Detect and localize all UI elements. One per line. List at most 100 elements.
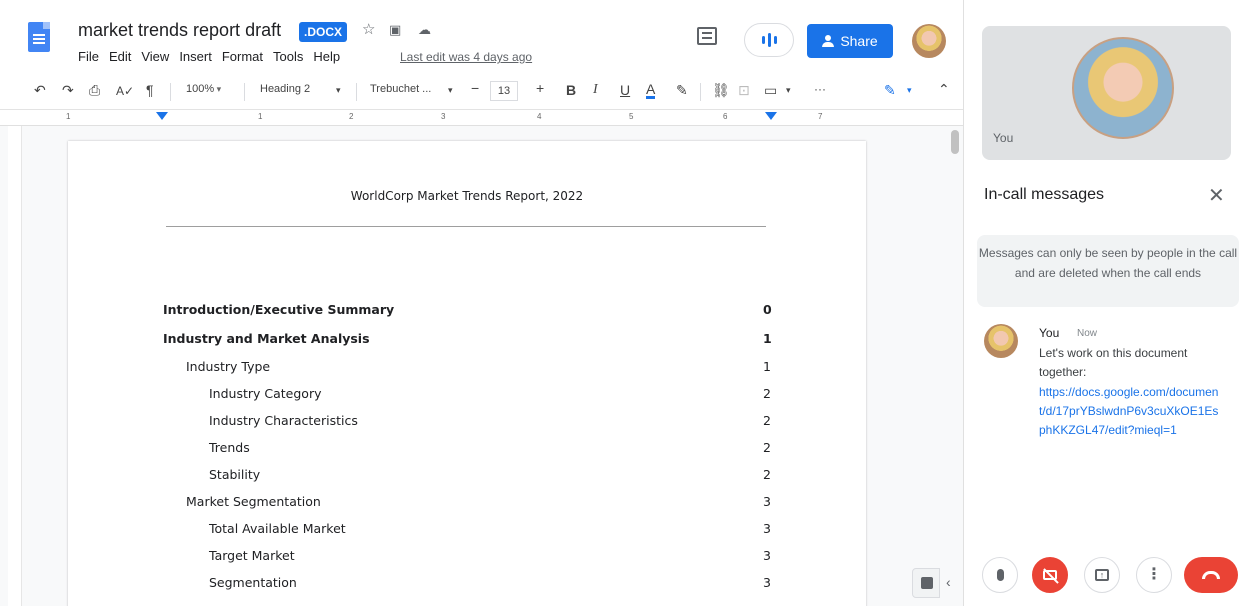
zoom-select[interactable]: 100% [186, 83, 221, 95]
close-icon[interactable]: ✕ [1208, 183, 1225, 208]
right-indent-marker[interactable] [765, 112, 777, 120]
last-edit-link[interactable]: Last edit was 4 days ago [400, 50, 532, 64]
formatting-toolbar: ↶ ↷ ⎙ A✓ ¶ 100% Heading 2 ▾ Trebuchet ..… [0, 74, 963, 110]
font-size-input[interactable]: 13 [490, 81, 518, 101]
end-call-button[interactable] [1184, 557, 1238, 593]
paint-format-icon[interactable]: ¶ [146, 82, 154, 98]
toc-entry-label: Trends [209, 440, 250, 455]
toc-entry-page: 2 [763, 413, 771, 428]
toc-entry-label: Total Available Market [209, 521, 346, 536]
toc-entry-label: Segmentation [209, 575, 297, 590]
left-indent-marker[interactable] [156, 112, 168, 120]
decrease-font-icon[interactable]: − [471, 80, 479, 96]
font-dropdown-icon[interactable]: ▾ [448, 85, 453, 96]
font-select[interactable]: Trebuchet ... [370, 83, 431, 95]
menu-file[interactable]: File [78, 49, 99, 64]
print-icon[interactable]: ⎙ [89, 82, 100, 99]
more-vert-icon: ⋮ [1146, 566, 1162, 583]
highlight-icon[interactable]: ✎ [676, 82, 688, 99]
image-dropdown-icon[interactable]: ▾ [786, 85, 791, 96]
underline-icon[interactable]: U [620, 82, 630, 98]
menu-bar: File Edit View Insert Format Tools Help [78, 49, 340, 64]
toc-entry-page: 1 [763, 359, 771, 374]
explore-icon [921, 577, 933, 589]
star-icon[interactable]: ☆ [362, 20, 375, 38]
document-page[interactable]: WorldCorp Market Trends Report, 2022 Int… [68, 141, 866, 606]
text-color-icon[interactable]: A [646, 82, 656, 99]
toc-entry-page: 3 [763, 575, 771, 590]
docx-badge: .DOCX [299, 22, 348, 42]
menu-insert[interactable]: Insert [179, 49, 212, 64]
undo-icon[interactable]: ↶ [34, 82, 46, 99]
cloud-status-icon[interactable]: ☁ [418, 22, 431, 38]
self-video-tile[interactable]: You [982, 26, 1231, 160]
docs-header: market trends report draft .DOCX ☆ ▣ ☁ F… [0, 0, 963, 74]
message-time: Now [1077, 328, 1098, 339]
meet-call-button[interactable] [744, 23, 794, 57]
heading-divider [166, 226, 766, 227]
account-avatar[interactable] [912, 24, 946, 58]
message-avatar [984, 324, 1018, 358]
toc-entry-label: Target Market [209, 548, 295, 563]
vertical-ruler[interactable] [8, 126, 22, 606]
present-button[interactable]: ↑ [1084, 557, 1120, 593]
style-dropdown-icon[interactable]: ▾ [336, 85, 341, 96]
hang-up-icon [1202, 571, 1220, 579]
toc-entry-label: Industry Characteristics [209, 413, 358, 428]
document-heading[interactable]: WorldCorp Market Trends Report, 2022 [68, 189, 866, 203]
message-text: Let's work on this document together: [1039, 346, 1188, 379]
comment-history-icon[interactable] [697, 27, 717, 45]
menu-view[interactable]: View [141, 49, 169, 64]
camera-button[interactable] [1032, 557, 1068, 593]
scrollbar-thumb[interactable] [951, 130, 959, 154]
privacy-notice: Messages can only be seen by people in t… [977, 235, 1239, 307]
microphone-button[interactable] [982, 557, 1018, 593]
redo-icon[interactable]: ↷ [62, 82, 74, 99]
self-avatar [1072, 37, 1174, 139]
image-icon[interactable]: ▭ [764, 82, 777, 99]
menu-edit[interactable]: Edit [109, 49, 131, 64]
toc-entry-page: 3 [763, 521, 771, 536]
toc-entry-label: Market Segmentation [186, 494, 321, 509]
menu-tools[interactable]: Tools [273, 49, 303, 64]
toc-entry-label: Stability [209, 467, 261, 482]
present-screen-icon: ↑ [1095, 569, 1109, 581]
ruler-number: 1 [258, 112, 263, 121]
move-folder-icon[interactable]: ▣ [389, 22, 401, 38]
bold-icon[interactable]: B [566, 82, 576, 98]
horizontal-ruler[interactable]: 1 1 2 3 4 5 6 7 [0, 110, 963, 126]
explore-button[interactable] [912, 568, 940, 598]
increase-font-icon[interactable]: + [536, 80, 544, 96]
style-select[interactable]: Heading 2 [260, 83, 310, 95]
toc-entry-label: Industry and Market Analysis [163, 331, 370, 346]
toc-entry-label: Industry Category [209, 386, 322, 401]
toolbar-divider [244, 83, 245, 101]
share-person-icon [822, 35, 835, 47]
docs-logo-icon[interactable] [28, 22, 50, 52]
more-options-button[interactable]: ⋮ [1136, 557, 1172, 593]
camera-off-icon [1043, 570, 1057, 580]
message-sender: You [1039, 326, 1060, 340]
toc-entry-page: 2 [763, 386, 771, 401]
hide-menus-icon[interactable]: ⌃ [938, 81, 950, 98]
document-title[interactable]: market trends report draft [78, 20, 281, 41]
menu-format[interactable]: Format [222, 49, 263, 64]
toc-entry-page: 2 [763, 467, 771, 482]
share-button[interactable]: Share [807, 24, 893, 58]
editing-mode-dropdown-icon[interactable]: ▾ [907, 85, 912, 96]
comment-add-icon[interactable]: ⊡ [738, 82, 750, 99]
more-options-icon[interactable]: ··· [814, 82, 826, 96]
message-link[interactable]: https://docs.google.com/document/d/17prY… [1039, 383, 1224, 440]
docs-window: market trends report draft .DOCX ☆ ▣ ☁ F… [0, 0, 963, 606]
ruler-number: 3 [441, 112, 446, 121]
editing-mode-icon[interactable]: ✎ [884, 82, 896, 99]
side-panel-toggle-icon[interactable]: ‹ [946, 574, 951, 590]
italic-icon[interactable]: I [593, 82, 598, 98]
toc-entry-page: 2 [763, 440, 771, 455]
toc-entry-label: Introduction/Executive Summary [163, 302, 395, 317]
toc-entry-page: 3 [763, 494, 771, 509]
link-icon[interactable]: ⛓ [712, 82, 730, 99]
menu-help[interactable]: Help [313, 49, 340, 64]
spellcheck-icon[interactable]: A✓ [116, 84, 134, 98]
microphone-icon [996, 569, 1004, 581]
